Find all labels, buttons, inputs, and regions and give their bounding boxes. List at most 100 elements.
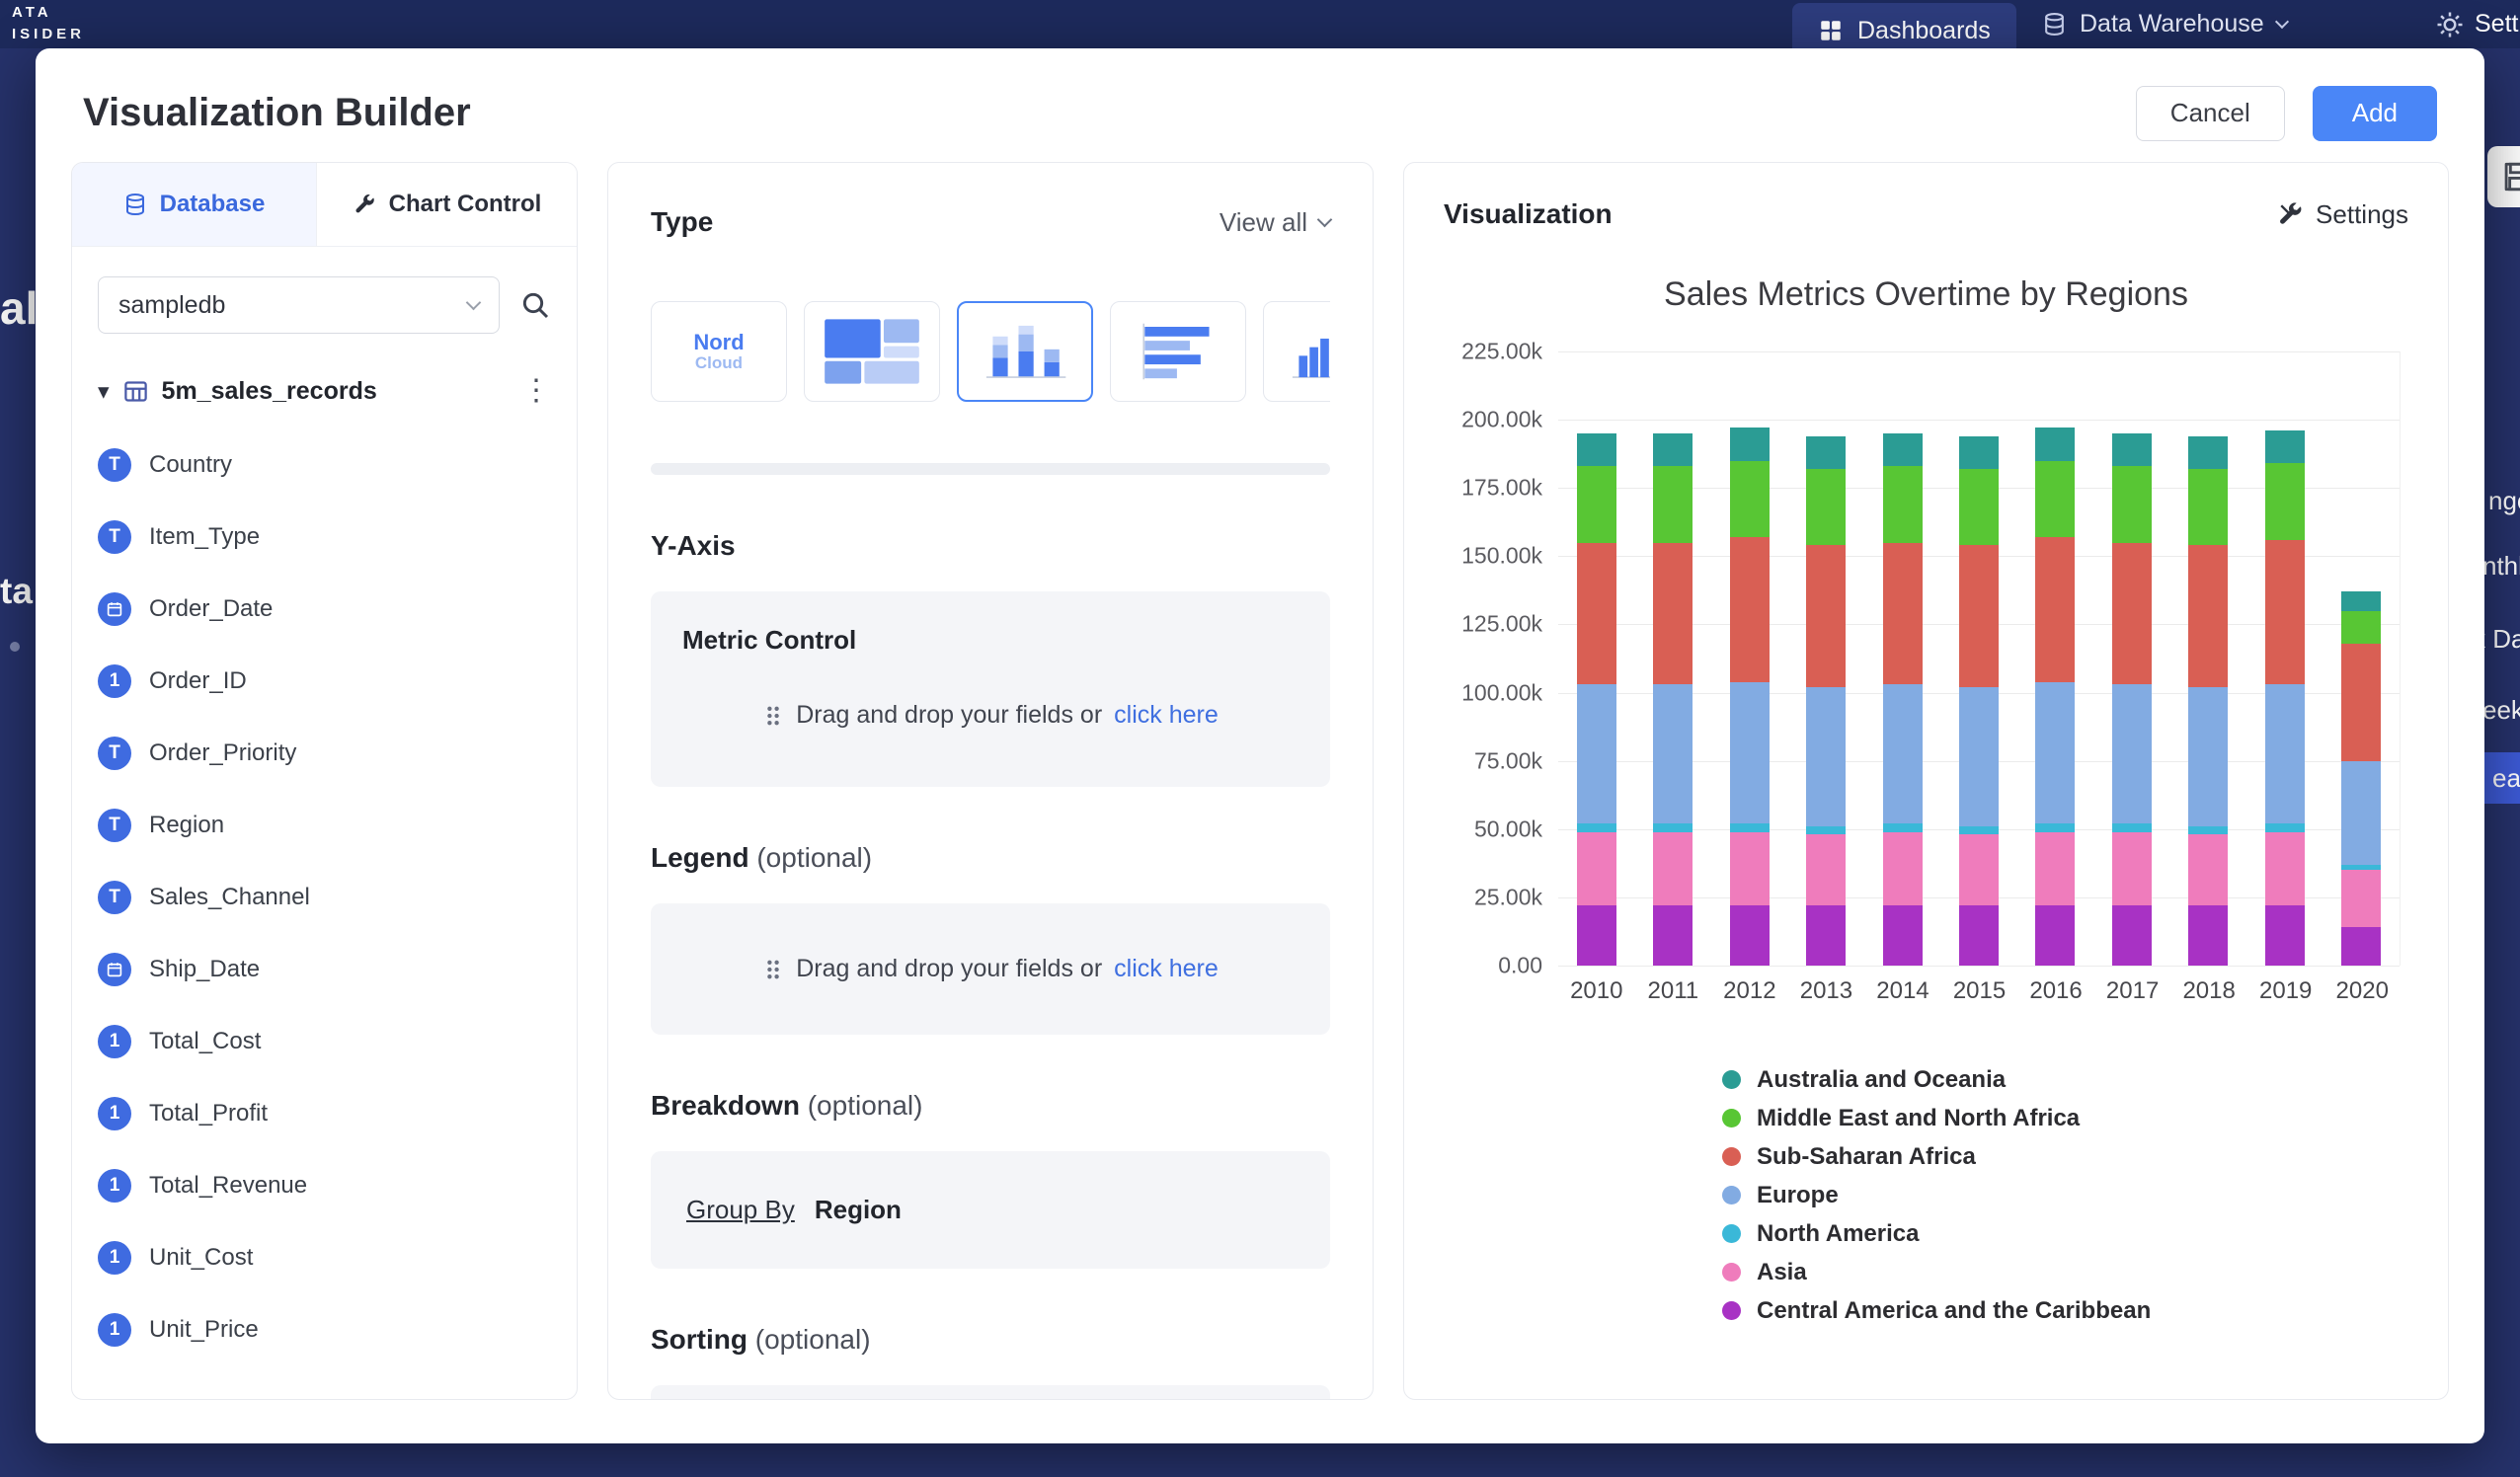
- field-label: Unit_Cost: [149, 1244, 253, 1272]
- chart-type-scrollbar[interactable]: [651, 463, 1330, 475]
- bg-dot: [10, 642, 20, 652]
- bar-2013[interactable]: [1787, 351, 1863, 966]
- view-all-label: View all: [1220, 207, 1307, 238]
- tab-database[interactable]: Database: [72, 163, 316, 246]
- field-item[interactable]: 1Total_Revenue: [98, 1149, 551, 1221]
- metric-control-dropzone[interactable]: Metric Control Drag and drop your fields…: [651, 591, 1330, 787]
- field-item[interactable]: 1Total_Profit: [98, 1077, 551, 1149]
- y-tick-label: 25.00k: [1474, 884, 1542, 910]
- y-tick-label: 150.00k: [1461, 543, 1542, 570]
- field-item[interactable]: TOrder_Priority: [98, 717, 551, 789]
- bar-segment: [2265, 430, 2305, 463]
- bars: [1558, 351, 2400, 966]
- bar-segment: [1730, 537, 1770, 682]
- config-panel: Type View all NordCloud Y-Axis Metric Co…: [607, 162, 1374, 1400]
- view-all-dropdown[interactable]: View all: [1220, 207, 1330, 238]
- x-tick-label: 2018: [2170, 977, 2247, 1005]
- table-name: 5m_sales_records: [162, 377, 377, 406]
- bar-segment: [2341, 870, 2381, 927]
- database-select[interactable]: sampledb: [98, 276, 500, 334]
- app-logo: ATA ISIDER: [12, 2, 85, 45]
- chart: 225.00k200.00k175.00k150.00k125.00k100.0…: [1444, 351, 2401, 966]
- bar-segment: [2341, 611, 2381, 644]
- bar-segment: [1653, 684, 1693, 823]
- kebab-menu-icon[interactable]: ⋮: [521, 376, 551, 406]
- bar-2015[interactable]: [1940, 351, 2016, 966]
- bar-segment: [2188, 436, 2228, 469]
- click-here-link[interactable]: click here: [1114, 701, 1219, 730]
- bar-segment: [2341, 761, 2381, 865]
- save-button[interactable]: [2487, 146, 2520, 207]
- bar-2018[interactable]: [2170, 351, 2246, 966]
- database-icon: [123, 193, 147, 216]
- x-tick-label: 2011: [1635, 977, 1712, 1005]
- bar-segment: [1653, 543, 1693, 685]
- cancel-button[interactable]: Cancel: [2136, 86, 2285, 141]
- bar-2017[interactable]: [2093, 351, 2169, 966]
- click-here-link[interactable]: click here: [1114, 955, 1219, 983]
- legend-label: Europe: [1757, 1182, 1839, 1209]
- number-type-icon: 1: [98, 1313, 131, 1347]
- field-item[interactable]: 1Unit_Price: [98, 1293, 551, 1365]
- y-tick-label: 175.00k: [1461, 475, 1542, 502]
- tab-database-label: Database: [160, 191, 266, 218]
- field-label: Order_Date: [149, 595, 273, 623]
- field-item[interactable]: TCountry: [98, 428, 551, 501]
- legend-item: Europe: [1722, 1176, 2448, 1214]
- plot-area: [1558, 351, 2401, 966]
- bar-segment: [1653, 823, 1693, 831]
- nav-data-warehouse[interactable]: Data Warehouse: [2042, 0, 2287, 48]
- field-item[interactable]: 1Total_Cost: [98, 1005, 551, 1077]
- search-icon[interactable]: [519, 289, 551, 321]
- field-item[interactable]: TItem_Type: [98, 501, 551, 573]
- tab-chart-control[interactable]: Chart Control: [316, 163, 577, 246]
- add-button[interactable]: Add: [2313, 86, 2437, 141]
- table-tree-item[interactable]: ▾ 5m_sales_records ⋮: [98, 361, 551, 421]
- bar-segment: [1806, 545, 1846, 687]
- field-item[interactable]: 1Order_ID: [98, 645, 551, 717]
- x-tick-label: 2017: [2094, 977, 2171, 1005]
- bar-segment: [2112, 466, 2152, 542]
- top-navigation-bar: ATA ISIDER Dashboards Data Warehouse Set…: [0, 0, 2520, 48]
- settings-button[interactable]: Settings: [2276, 199, 2408, 230]
- breakdown-group-by[interactable]: Group By Region: [651, 1151, 1330, 1269]
- bar-2016[interactable]: [2017, 351, 2093, 966]
- legend-dot: [1722, 1109, 1741, 1127]
- bar-segment: [2341, 644, 2381, 761]
- bar-segment: [1577, 543, 1616, 685]
- bar-segment: [1577, 433, 1616, 466]
- field-item[interactable]: Order_Date: [98, 573, 551, 645]
- bar-2011[interactable]: [1634, 351, 1710, 966]
- chart-type-word-cloud[interactable]: NordCloud: [651, 301, 787, 402]
- caret-down-icon[interactable]: ▾: [98, 378, 110, 405]
- chart-type-treemap[interactable]: [804, 301, 940, 402]
- field-item[interactable]: TRegion: [98, 789, 551, 861]
- chart-type-stacked-column-selected[interactable]: [957, 301, 1093, 402]
- field-item[interactable]: Ship_Date: [98, 933, 551, 1005]
- database-select-value: sampledb: [118, 291, 225, 320]
- x-tick-label: 2010: [1558, 977, 1635, 1005]
- dashboards-grid-icon: [1818, 18, 1844, 43]
- chart-type-horizontal-bar[interactable]: [1110, 301, 1246, 402]
- group-by-label[interactable]: Group By: [686, 1195, 795, 1225]
- legend-item: Australia and Oceania: [1722, 1060, 2448, 1099]
- chevron-down-icon: [2275, 14, 2289, 28]
- bar-2019[interactable]: [2246, 351, 2323, 966]
- sorting-row[interactable]: Data Range Ascending: [651, 1385, 1330, 1400]
- number-type-icon: 1: [98, 1097, 131, 1130]
- chart-type-column[interactable]: [1263, 301, 1330, 402]
- bar-2012[interactable]: [1711, 351, 1787, 966]
- field-item[interactable]: TSales_Channel: [98, 861, 551, 933]
- legend-item: Asia: [1722, 1253, 2448, 1291]
- bar-segment: [1730, 905, 1770, 966]
- drag-icon: [762, 704, 784, 728]
- nav-settings-label: Setti: [2475, 10, 2520, 39]
- legend-dropzone[interactable]: Drag and drop your fields or click here: [651, 903, 1330, 1035]
- bar-2010[interactable]: [1558, 351, 1634, 966]
- bar-segment: [1730, 832, 1770, 906]
- nav-settings[interactable]: Setti: [2435, 0, 2520, 48]
- bar-2014[interactable]: [1864, 351, 1940, 966]
- field-item[interactable]: 1Unit_Cost: [98, 1221, 551, 1293]
- bar-2020[interactable]: [2323, 351, 2400, 966]
- bar-segment: [2112, 832, 2152, 906]
